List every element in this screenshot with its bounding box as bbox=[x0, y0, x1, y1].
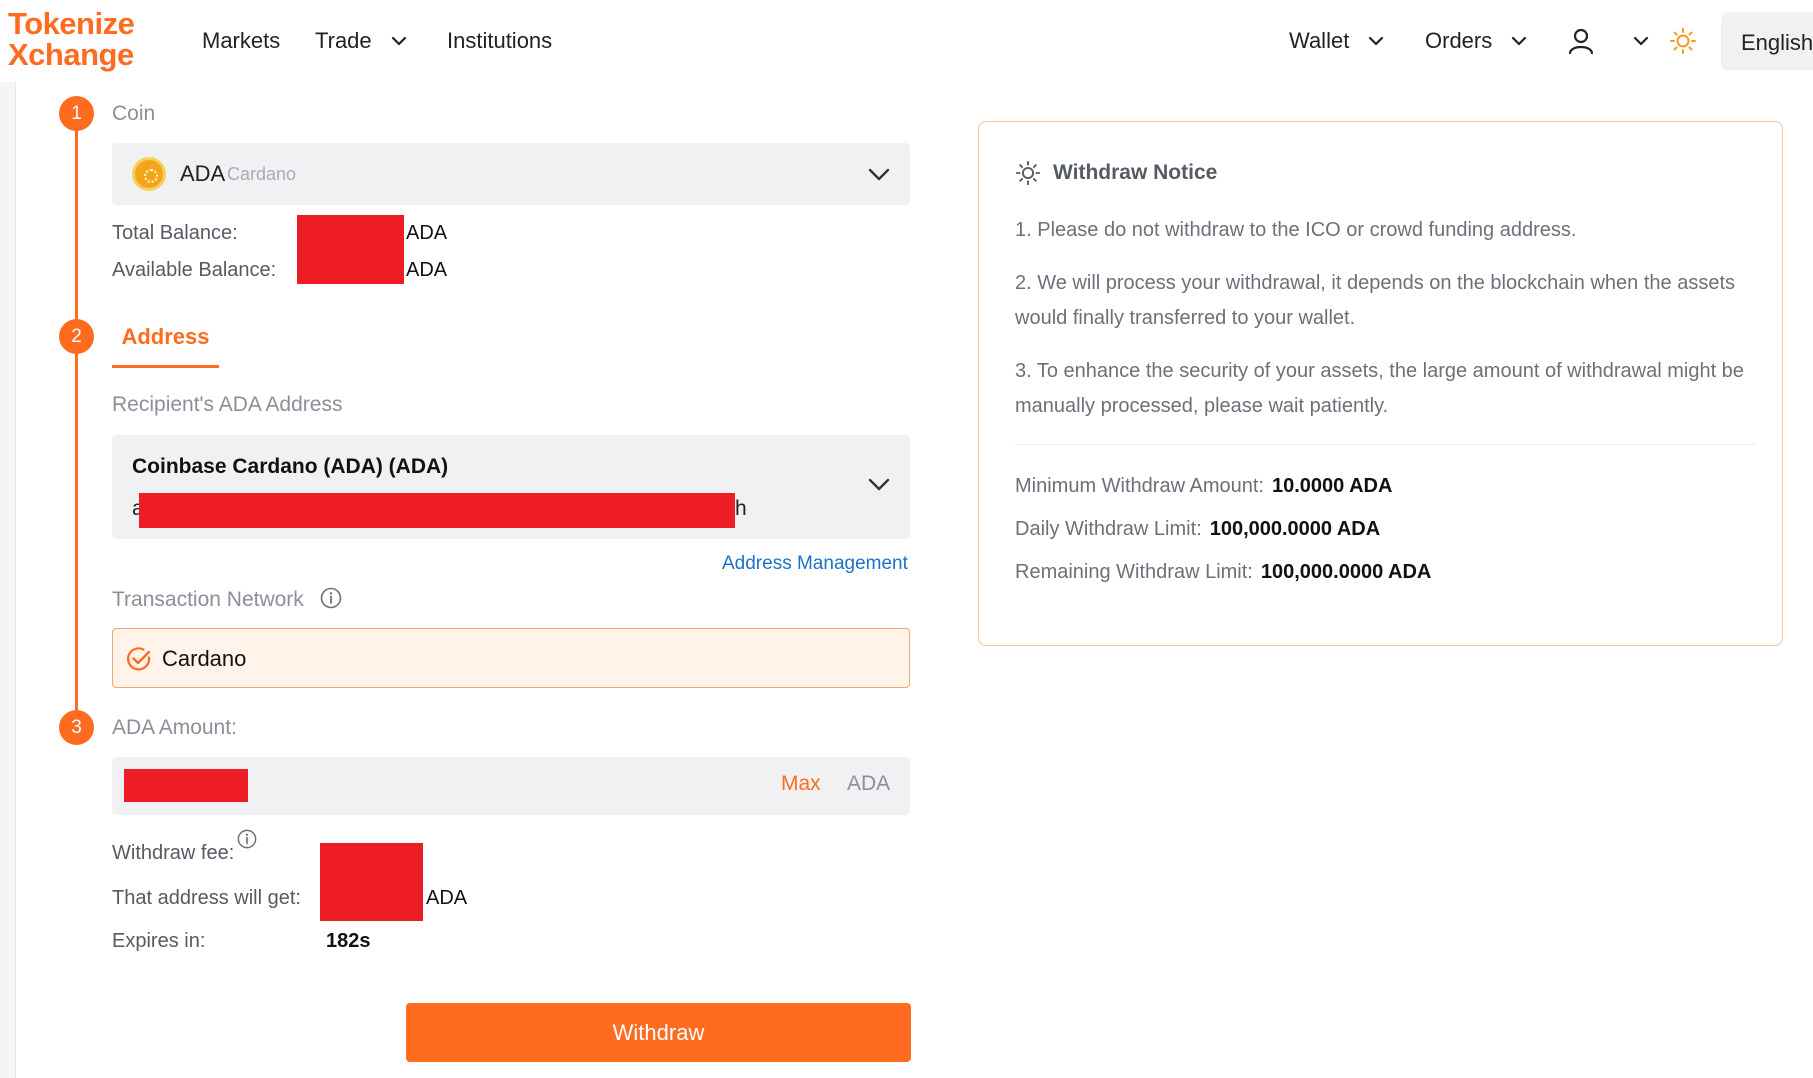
theme-sun-icon[interactable] bbox=[1669, 27, 1697, 55]
amount-label: ADA Amount: bbox=[112, 716, 237, 739]
coin-name: Cardano bbox=[227, 164, 297, 184]
receive-unit: ADA bbox=[426, 887, 468, 909]
nav-markets-label: Markets bbox=[202, 28, 281, 53]
daily-limit-value: 100,000.0000 ADA bbox=[1209, 518, 1381, 540]
logo-line-1: Tokenize bbox=[8, 6, 135, 41]
address-suffix: h bbox=[735, 497, 747, 520]
chevron-down-icon bbox=[1367, 32, 1385, 50]
info-icon[interactable] bbox=[237, 829, 257, 849]
nav-orders-label: Orders bbox=[1425, 28, 1493, 53]
daily-limit-label: Daily Withdraw Limit: bbox=[1015, 518, 1202, 540]
max-button[interactable]: Max bbox=[781, 772, 821, 796]
notice-item-1: 1. Please do not withdraw to the ICO or … bbox=[1015, 219, 1577, 241]
chevron-down-icon bbox=[1510, 32, 1528, 50]
recipient-address-select[interactable]: Coinbase Cardano (ADA) (ADA) a h bbox=[112, 435, 910, 539]
address-tab[interactable]: Address bbox=[112, 322, 219, 368]
cardano-coin-icon bbox=[132, 157, 166, 191]
nav-institutions-label: Institutions bbox=[447, 28, 553, 53]
receive-amount-label: That address will get: bbox=[112, 887, 301, 909]
user-icon[interactable] bbox=[1566, 26, 1596, 56]
redacted-address bbox=[139, 493, 735, 528]
nav-institutions[interactable]: Institutions bbox=[447, 26, 552, 56]
daily-limit-row: Daily Withdraw Limit: 100,000.0000 ADA bbox=[1015, 518, 1380, 541]
minimum-withdraw-value: 10.0000 ADA bbox=[1271, 475, 1393, 497]
amount-unit: ADA bbox=[847, 772, 891, 795]
remaining-limit-label: Remaining Withdraw Limit: bbox=[1015, 561, 1253, 583]
sun-icon bbox=[1015, 160, 1041, 186]
minimum-withdraw-label: Minimum Withdraw Amount: bbox=[1015, 475, 1264, 497]
check-circle-icon bbox=[125, 645, 153, 673]
total-balance-unit: ADA bbox=[406, 222, 448, 244]
remaining-limit-row: Remaining Withdraw Limit: 100,000.0000 AD… bbox=[1015, 561, 1431, 584]
chevron-down-icon bbox=[390, 32, 408, 50]
notice-title: Withdraw Notice bbox=[1015, 160, 1217, 186]
withdraw-notice-panel: Withdraw Notice 1. Please do not withdra… bbox=[978, 121, 1783, 646]
network-option-cardano[interactable]: Cardano bbox=[112, 628, 910, 688]
step-connector bbox=[75, 113, 78, 338]
left-rail bbox=[0, 82, 16, 1078]
nav-wallet[interactable]: Wallet bbox=[1289, 26, 1385, 56]
user-menu-chevron-down-icon[interactable] bbox=[1632, 32, 1650, 50]
redacted-fee-and-receive bbox=[320, 843, 423, 921]
redacted-amount bbox=[124, 769, 248, 802]
notice-title-text: Withdraw Notice bbox=[1053, 161, 1218, 184]
info-icon[interactable] bbox=[320, 587, 342, 609]
network-name: Cardano bbox=[162, 646, 247, 671]
expires-label: Expires in: bbox=[112, 930, 206, 952]
nav-orders[interactable]: Orders bbox=[1425, 26, 1528, 56]
available-balance-unit: ADA bbox=[406, 259, 448, 281]
recipient-address-label: Recipient's ADA Address bbox=[112, 393, 343, 416]
step-1-badge: 1 bbox=[59, 96, 94, 131]
transaction-network-label: Transaction Network bbox=[112, 588, 304, 611]
step-3-badge: 3 bbox=[59, 710, 94, 745]
notice-divider bbox=[1015, 444, 1755, 445]
available-balance-label: Available Balance: bbox=[112, 259, 277, 281]
coin-select[interactable]: ADA Cardano bbox=[112, 143, 910, 205]
address-management-link[interactable]: Address Management bbox=[722, 553, 908, 575]
step-2-badge: 2 bbox=[59, 319, 94, 354]
chevron-down-icon bbox=[866, 161, 892, 187]
minimum-withdraw-row: Minimum Withdraw Amount: 10.0000 ADA bbox=[1015, 475, 1392, 498]
coin-label: Coin bbox=[112, 102, 156, 125]
language-button[interactable]: English bbox=[1721, 12, 1813, 70]
logo-line-2: Xchange bbox=[8, 37, 134, 72]
coin-symbol: ADA bbox=[180, 161, 226, 186]
top-header: Tokenize Xchange Markets Trade Instituti… bbox=[0, 0, 1813, 82]
notice-item-3: 3. To enhance the security of your asset… bbox=[1015, 360, 1744, 417]
nav-trade[interactable]: Trade bbox=[315, 26, 408, 56]
amount-input[interactable]: Max ADA bbox=[112, 757, 910, 815]
step-connector bbox=[75, 338, 78, 730]
withdraw-fee-label: Withdraw fee: bbox=[112, 842, 235, 864]
notice-item-2: 2. We will process your withdrawal, it d… bbox=[1015, 272, 1736, 329]
nav-markets[interactable]: Markets bbox=[202, 26, 280, 56]
chevron-down-icon bbox=[866, 471, 892, 497]
expires-countdown: 182s bbox=[326, 930, 371, 952]
saved-address-name: Coinbase Cardano (ADA) (ADA) bbox=[132, 455, 449, 478]
remaining-limit-value: 100,000.0000 ADA bbox=[1260, 561, 1432, 583]
nav-trade-label: Trade bbox=[315, 28, 372, 53]
nav-wallet-label: Wallet bbox=[1289, 28, 1350, 53]
redacted-balance bbox=[297, 215, 404, 284]
total-balance-label: Total Balance: bbox=[112, 222, 238, 244]
withdraw-button[interactable]: Withdraw bbox=[406, 1003, 911, 1062]
brand-logo[interactable]: Tokenize Xchange bbox=[8, 8, 158, 70]
